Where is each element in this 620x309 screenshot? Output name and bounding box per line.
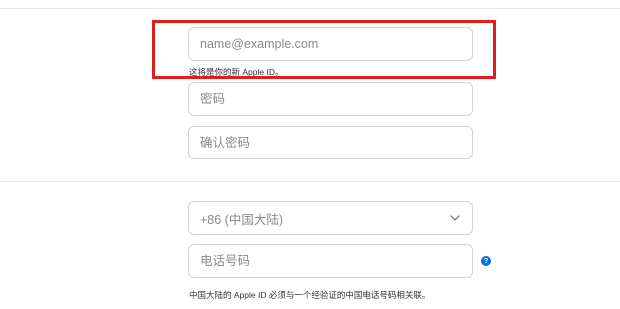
country-code-value: +86 (中国大陆): [200, 212, 284, 227]
top-divider: [0, 8, 620, 9]
phone-hint-text: 中国大陆的 Apple ID 必须与一个经验证的中国电话号码相关联。: [189, 290, 431, 300]
chevron-down-icon: [449, 212, 461, 224]
password-field[interactable]: [188, 82, 473, 116]
email-hint-text: 这将是你的新 Apple ID。: [189, 67, 284, 77]
confirm-password-input[interactable]: [200, 135, 461, 150]
country-code-select[interactable]: +86 (中国大陆): [188, 201, 473, 235]
email-field[interactable]: [188, 27, 473, 61]
password-input[interactable]: [200, 92, 461, 106]
help-icon[interactable]: ?: [481, 256, 491, 266]
phone-number-input[interactable]: [200, 254, 461, 268]
phone-number-field[interactable]: [188, 244, 473, 278]
section-divider: [0, 181, 620, 182]
email-input[interactable]: [200, 37, 461, 51]
confirm-password-field[interactable]: [188, 126, 473, 159]
